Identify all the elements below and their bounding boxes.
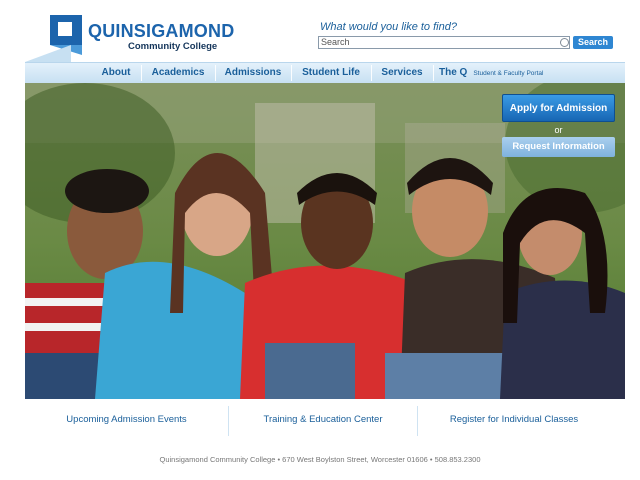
logo-subtitle: Community College (128, 41, 218, 52)
nav-item-academics[interactable]: Academics (143, 63, 213, 83)
search-clear-icon[interactable] (560, 38, 569, 47)
college-logo[interactable]: QUINSIGAMOND Community College (50, 15, 250, 60)
nav-divider (371, 65, 372, 81)
nav-item-admissions[interactable]: Admissions (217, 63, 289, 83)
link-training-education-center[interactable]: Training & Education Center (229, 404, 417, 436)
apply-for-admission-button[interactable]: Apply for Admission (502, 94, 615, 122)
nav-item-about[interactable]: About (93, 63, 139, 83)
footer-address: Quinsigamond Community College • 670 Wes… (159, 455, 481, 464)
nav-item-the-q-label: The Q (439, 67, 468, 78)
cta-or-label: or (554, 125, 563, 135)
nav-divider (141, 65, 142, 81)
search-button[interactable]: Search (573, 36, 613, 49)
nav-divider (215, 65, 216, 81)
nav-divider (291, 65, 292, 81)
nav-item-the-q[interactable]: The Q Student & Faculty Portal (439, 63, 559, 83)
quick-links: Upcoming Admission Events Training & Edu… (25, 404, 625, 436)
link-upcoming-admission-events[interactable]: Upcoming Admission Events (25, 404, 228, 436)
nav-divider (433, 65, 434, 81)
nav-tab-edge (25, 45, 71, 62)
nav-item-services[interactable]: Services (373, 63, 431, 83)
request-information-button[interactable]: Request Information (502, 137, 615, 157)
logo-name: QUINSIGAMOND (88, 21, 235, 41)
search-prompt: What would you like to find? (320, 21, 457, 33)
nav-item-student-life[interactable]: Student Life (293, 63, 369, 83)
main-nav: About Academics Admissions Student Life … (25, 62, 625, 83)
link-register-individual-classes[interactable]: Register for Individual Classes (418, 404, 610, 436)
portal-sublabel: Student & Faculty Portal (473, 70, 544, 77)
search-input[interactable]: Search (318, 36, 570, 49)
